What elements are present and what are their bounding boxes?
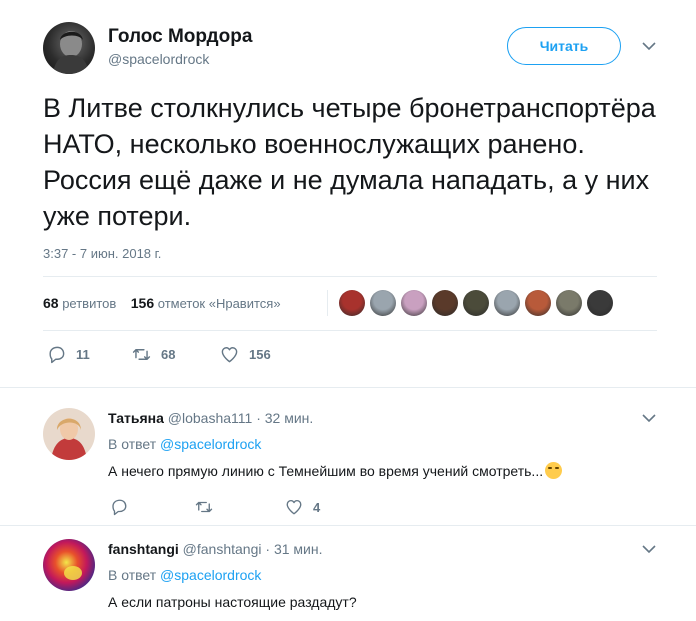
tweet-stats: 68 ретвитов 156 отметок «Нравится» [43, 295, 281, 311]
in-reply-to: В ответ @spacelordrock [108, 436, 261, 452]
reply-avatar-image [43, 539, 95, 591]
in-reply-to: В ответ @spacelordrock [108, 567, 261, 583]
divider [0, 387, 696, 388]
liker-avatar[interactable] [494, 290, 520, 316]
like-action[interactable]: 156 [220, 345, 271, 364]
stats-separator [327, 290, 328, 316]
author-avatar-image [53, 31, 89, 74]
reply-time[interactable]: · 31 мин. [265, 541, 322, 557]
reply-header: Татьяна @lobasha111 · 32 мин. [108, 410, 313, 426]
in-reply-handle-link[interactable]: @spacelordrock [160, 567, 261, 583]
divider [43, 330, 657, 331]
reply-like-count: 4 [313, 499, 321, 515]
reply-options-chevron-icon[interactable] [640, 409, 658, 427]
reply-avatar[interactable] [43, 408, 95, 460]
liker-avatar[interactable] [401, 290, 427, 316]
in-reply-handle-link[interactable]: @spacelordrock [160, 436, 261, 452]
reply-count: 11 [76, 347, 90, 362]
in-reply-prefix: В ответ [108, 567, 157, 583]
divider [43, 276, 657, 277]
tweet-text: В Литве столкнулись четыре бронетранспор… [43, 93, 656, 231]
reply-text-row: А нечего прямую линию с Темнейшим во вре… [108, 462, 563, 479]
retweet-action[interactable]: 68 [132, 345, 175, 364]
reply-text: А если патроны настоящие раздадут? [108, 594, 357, 610]
reply-icon [49, 346, 65, 364]
liker-avatar[interactable] [556, 290, 582, 316]
reply-reply-action[interactable] [110, 498, 138, 516]
reply-options-chevron-icon[interactable] [640, 540, 658, 558]
reply-time[interactable]: · 32 мин. [256, 410, 313, 426]
heart-icon [286, 499, 302, 515]
reply-avatar-image [43, 408, 95, 460]
author-name[interactable]: Голос Мордора [108, 26, 252, 48]
retweet-icon [132, 349, 151, 360]
reply-avatar[interactable] [43, 539, 95, 591]
liker-avatar[interactable] [339, 290, 365, 316]
divider [0, 525, 696, 526]
liker-avatar[interactable] [525, 290, 551, 316]
reply-retweet-action[interactable] [195, 498, 223, 516]
more-options-chevron-icon[interactable] [640, 37, 658, 55]
in-reply-prefix: В ответ [108, 436, 157, 452]
retweets-count[interactable]: 68 [43, 295, 59, 311]
liker-avatar[interactable] [587, 290, 613, 316]
reply-author-name[interactable]: Татьяна [108, 410, 164, 426]
reply-like-action[interactable]: 4 [285, 498, 320, 516]
retweet-icon [195, 501, 213, 513]
face-with-tears-of-joy-icon [545, 462, 563, 479]
tweet-timestamp[interactable]: 3:37 - 7 июн. 2018 г. [43, 246, 161, 261]
reply-text: А нечего прямую линию с Темнейшим во вре… [108, 463, 544, 479]
retweet-count: 68 [161, 347, 176, 362]
reply-author-name[interactable]: fanshtangi [108, 541, 179, 557]
reply-author-handle[interactable]: @fanshtangi [183, 541, 262, 557]
reply-icon [112, 499, 127, 516]
retweets-label[interactable]: ретвитов [62, 296, 116, 311]
author-avatar[interactable] [43, 22, 95, 74]
likes-count[interactable]: 156 [131, 295, 154, 311]
like-count: 156 [249, 347, 271, 362]
reply-header: fanshtangi @fanshtangi · 31 мин. [108, 541, 322, 557]
heart-icon [221, 347, 238, 363]
reply-action[interactable]: 11 [47, 345, 90, 364]
follow-button[interactable]: Читать [507, 27, 621, 65]
liker-avatar[interactable] [463, 290, 489, 316]
likes-label[interactable]: отметок «Нравится» [158, 296, 281, 311]
reply-author-handle[interactable]: @lobasha111 [168, 410, 253, 426]
author-handle[interactable]: @spacelordrock [108, 51, 209, 67]
liker-avatar[interactable] [370, 290, 396, 316]
liker-avatar[interactable] [432, 290, 458, 316]
